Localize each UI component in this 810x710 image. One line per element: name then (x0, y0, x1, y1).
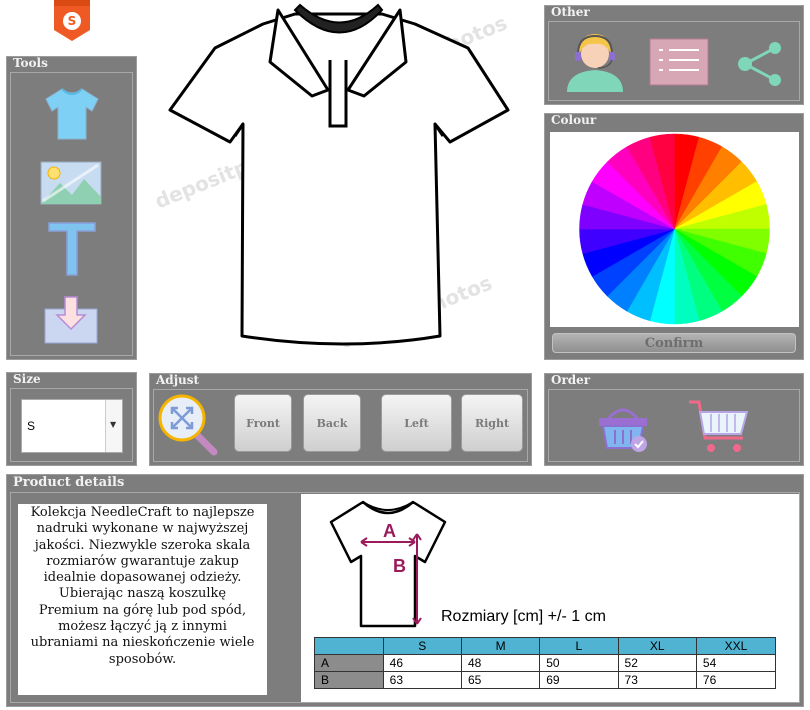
basket-confirm-button[interactable] (595, 404, 651, 458)
shopping-cart-icon (689, 400, 749, 452)
product-details-title: Product details (13, 475, 125, 490)
customer-support-icon (567, 34, 623, 92)
image-tool-button[interactable] (40, 161, 102, 209)
tshirt-icon (45, 88, 99, 140)
zoom-magnifier-icon (158, 394, 218, 456)
size-table-cell: 63 (382, 671, 462, 689)
shirt-preview[interactable]: depositphotos depositphotos depositphoto… (150, 0, 535, 365)
other-panel-title: Other (551, 5, 590, 19)
tools-panel: Tools (6, 56, 137, 360)
text-tool-button[interactable] (47, 221, 97, 281)
size-table-header-cell: L (539, 637, 619, 655)
other-panel: Other (544, 5, 804, 105)
zoom-button[interactable] (156, 392, 220, 460)
size-table-header-row: S M L XL XXL (314, 637, 777, 655)
size-table-cell: 54 (695, 654, 777, 672)
view-back-button[interactable]: Back (303, 394, 361, 452)
size-table-header-cell: XL (617, 637, 697, 655)
view-left-label: Left (404, 416, 429, 430)
size-table-cell: 73 (617, 671, 697, 689)
order-panel: Order (544, 373, 804, 466)
size-table-header-cell: M (460, 637, 541, 655)
size-table-row: B 63 65 69 73 76 (314, 671, 777, 689)
size-table-cell: 65 (460, 671, 541, 689)
view-right-label: Right (474, 416, 510, 430)
size-select-value: S (27, 419, 36, 433)
select-dropdown-button[interactable]: ▼ (105, 400, 122, 452)
size-table-row-head: B (314, 671, 384, 689)
size-panel-title: Size (13, 372, 41, 386)
share-button[interactable] (735, 42, 785, 90)
logo: S (53, 0, 91, 42)
chevron-down-icon: ▼ (110, 420, 117, 429)
product-description: Kolekcja NeedleCraft to najlepsze nadruk… (30, 505, 255, 667)
size-table-cell: 50 (539, 654, 619, 672)
cart-button[interactable] (685, 398, 753, 462)
size-table-cell: 76 (695, 671, 777, 689)
adjust-panel: Adjust Front Back Left Right (149, 373, 532, 466)
product-description-box: Kolekcja NeedleCraft to najlepsze nadruk… (18, 504, 267, 695)
size-panel: Size S ▼ (6, 372, 137, 466)
list-document-icon (649, 38, 709, 86)
size-table-header-cell: XXL (695, 637, 777, 655)
size-table-row: A 46 48 50 52 54 (314, 654, 777, 672)
tshirt-tool-button[interactable] (42, 87, 102, 147)
size-chart-box: A B Rozmiary [cm] +/- 1 cm S M L XL XXL A 46 48… (301, 494, 799, 702)
product-details-panel: Product details Kolekcja NeedleCraft to … (6, 474, 804, 707)
size-table-cell: 48 (460, 654, 541, 672)
size-select[interactable]: S ▼ (21, 399, 123, 453)
order-panel-title: Order (551, 373, 591, 387)
view-front-label: Front (246, 416, 280, 430)
logo-letter: S (68, 14, 77, 28)
tools-panel-title: Tools (13, 56, 48, 70)
adjust-panel-title: Adjust (156, 373, 200, 387)
upload-tool-button[interactable] (43, 295, 99, 349)
size-table-row-head: A (314, 654, 384, 672)
polo-shirt-image (168, 3, 510, 346)
colour-panel-title: Colour (551, 113, 597, 127)
measure-b-label: B (393, 556, 406, 576)
confirm-button[interactable]: Confirm (552, 333, 796, 353)
shield-logo-icon: S (54, 0, 90, 41)
view-back-label: Back (316, 416, 348, 430)
support-button[interactable] (565, 28, 625, 98)
view-right-button[interactable]: Right (461, 394, 523, 452)
size-table-cell: 69 (539, 671, 619, 689)
download-arrow-icon (44, 296, 98, 344)
view-front-button[interactable]: Front (234, 394, 292, 452)
size-table-header-cell: S (382, 637, 462, 655)
image-icon (40, 161, 102, 205)
sizes-caption: Rozmiary [cm] +/- 1 cm (441, 608, 606, 625)
colour-wheel-area[interactable] (550, 132, 799, 327)
size-table-cell: 52 (617, 654, 697, 672)
size-table-cell: 46 (382, 654, 462, 672)
size-table: S M L XL XXL A 46 48 50 52 54 B 63 65 69 73 76 (314, 637, 777, 689)
colour-wheel[interactable] (550, 132, 799, 327)
size-table-header-cell (314, 637, 384, 655)
measure-a-label: A (383, 521, 396, 541)
basket-check-icon (599, 408, 647, 452)
share-icon (738, 42, 781, 86)
confirm-label: Confirm (644, 336, 704, 351)
colour-panel: Colour Confirm (544, 113, 804, 360)
specification-button[interactable] (649, 38, 709, 90)
view-left-button[interactable]: Left (381, 394, 452, 452)
text-t-icon (48, 222, 96, 276)
